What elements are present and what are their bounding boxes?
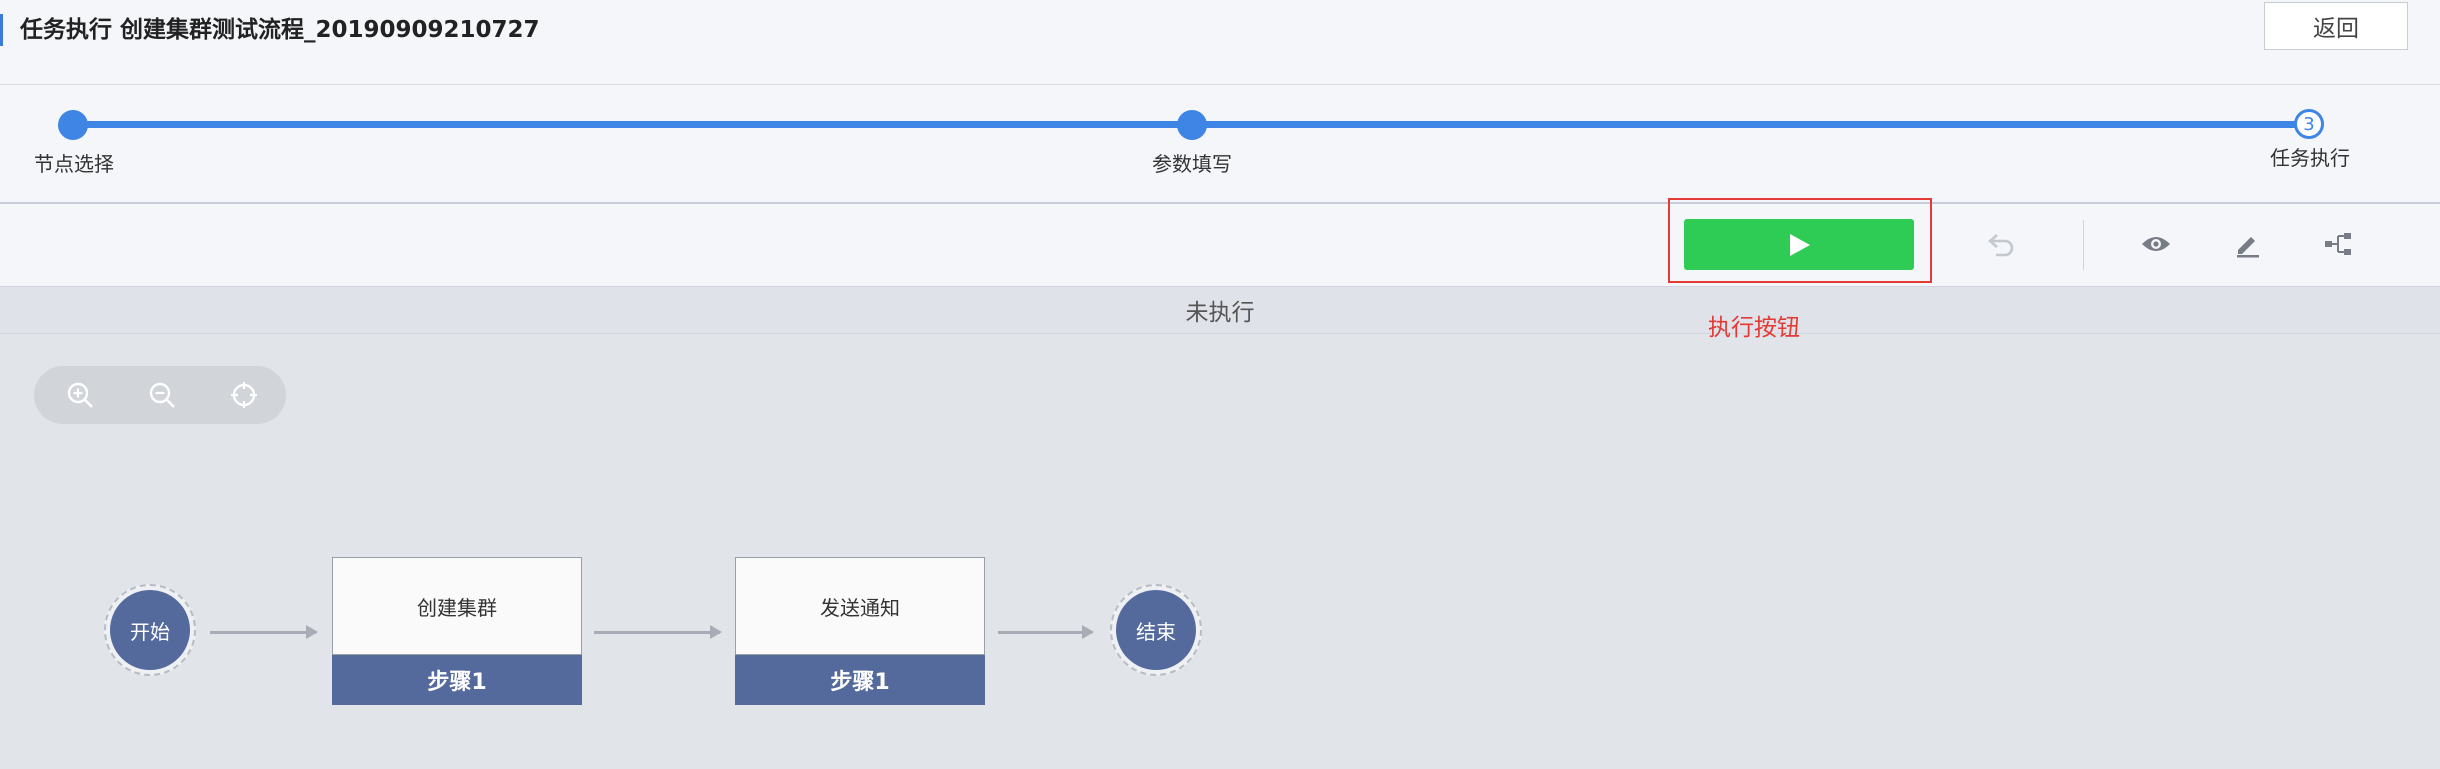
zoom-out-icon[interactable] (146, 379, 178, 411)
undo-icon[interactable] (1986, 228, 2018, 260)
zoom-in-icon[interactable] (64, 379, 96, 411)
step-tag: 步骤1 (332, 655, 582, 705)
step-label-task-exec: 任务执行 (2270, 146, 2350, 170)
end-node-label: 结束 (1116, 590, 1196, 670)
step-label-node-select: 节点选择 (34, 152, 114, 176)
run-button-annotation: 执行按钮 (1708, 315, 1800, 341)
run-button[interactable] (1684, 219, 1914, 270)
title-accent-bar (0, 14, 3, 46)
flow-step-create-cluster[interactable]: 创建集群 步骤1 (332, 557, 582, 705)
toolbar-divider (2083, 220, 2084, 270)
end-node[interactable]: 结束 (1110, 584, 1202, 676)
play-icon (1790, 233, 1810, 256)
page-header: 任务执行 创建集群测试流程_20190909210727 返回 (0, 0, 2440, 85)
execution-status: 未执行 (0, 287, 2440, 334)
step-dot-node-select[interactable] (58, 110, 88, 140)
start-node-label: 开始 (110, 590, 190, 670)
step-name: 发送通知 (735, 557, 985, 655)
step-label-param-fill: 参数填写 (1152, 152, 1232, 176)
progress-stepper: 节点选择 参数填写 3 任务执行 (0, 84, 2440, 204)
step-tag: 步骤1 (735, 655, 985, 705)
tree-icon[interactable] (2322, 228, 2354, 260)
back-button[interactable]: 返回 (2264, 2, 2408, 50)
step-name: 创建集群 (332, 557, 582, 655)
flow-canvas[interactable]: 开始 创建集群 步骤1 发送通知 步骤1 结束 (0, 334, 2440, 769)
step-dot-task-exec[interactable]: 3 (2294, 109, 2324, 139)
flow-arrow (594, 625, 722, 639)
zoom-toolbar (34, 366, 286, 424)
flow-step-send-notice[interactable]: 发送通知 步骤1 (735, 557, 985, 705)
execution-toolbar (0, 198, 2440, 287)
pencil-icon[interactable] (2232, 228, 2264, 260)
start-node[interactable]: 开始 (104, 584, 196, 676)
eye-icon[interactable] (2140, 228, 2172, 260)
flow-arrow (210, 625, 318, 639)
crosshair-icon[interactable] (228, 379, 260, 411)
page-title: 任务执行 创建集群测试流程_20190909210727 (20, 17, 540, 43)
flow-arrow (998, 625, 1094, 639)
step-dot-param-fill[interactable] (1177, 110, 1207, 140)
step-number: 3 (2303, 113, 2315, 135)
